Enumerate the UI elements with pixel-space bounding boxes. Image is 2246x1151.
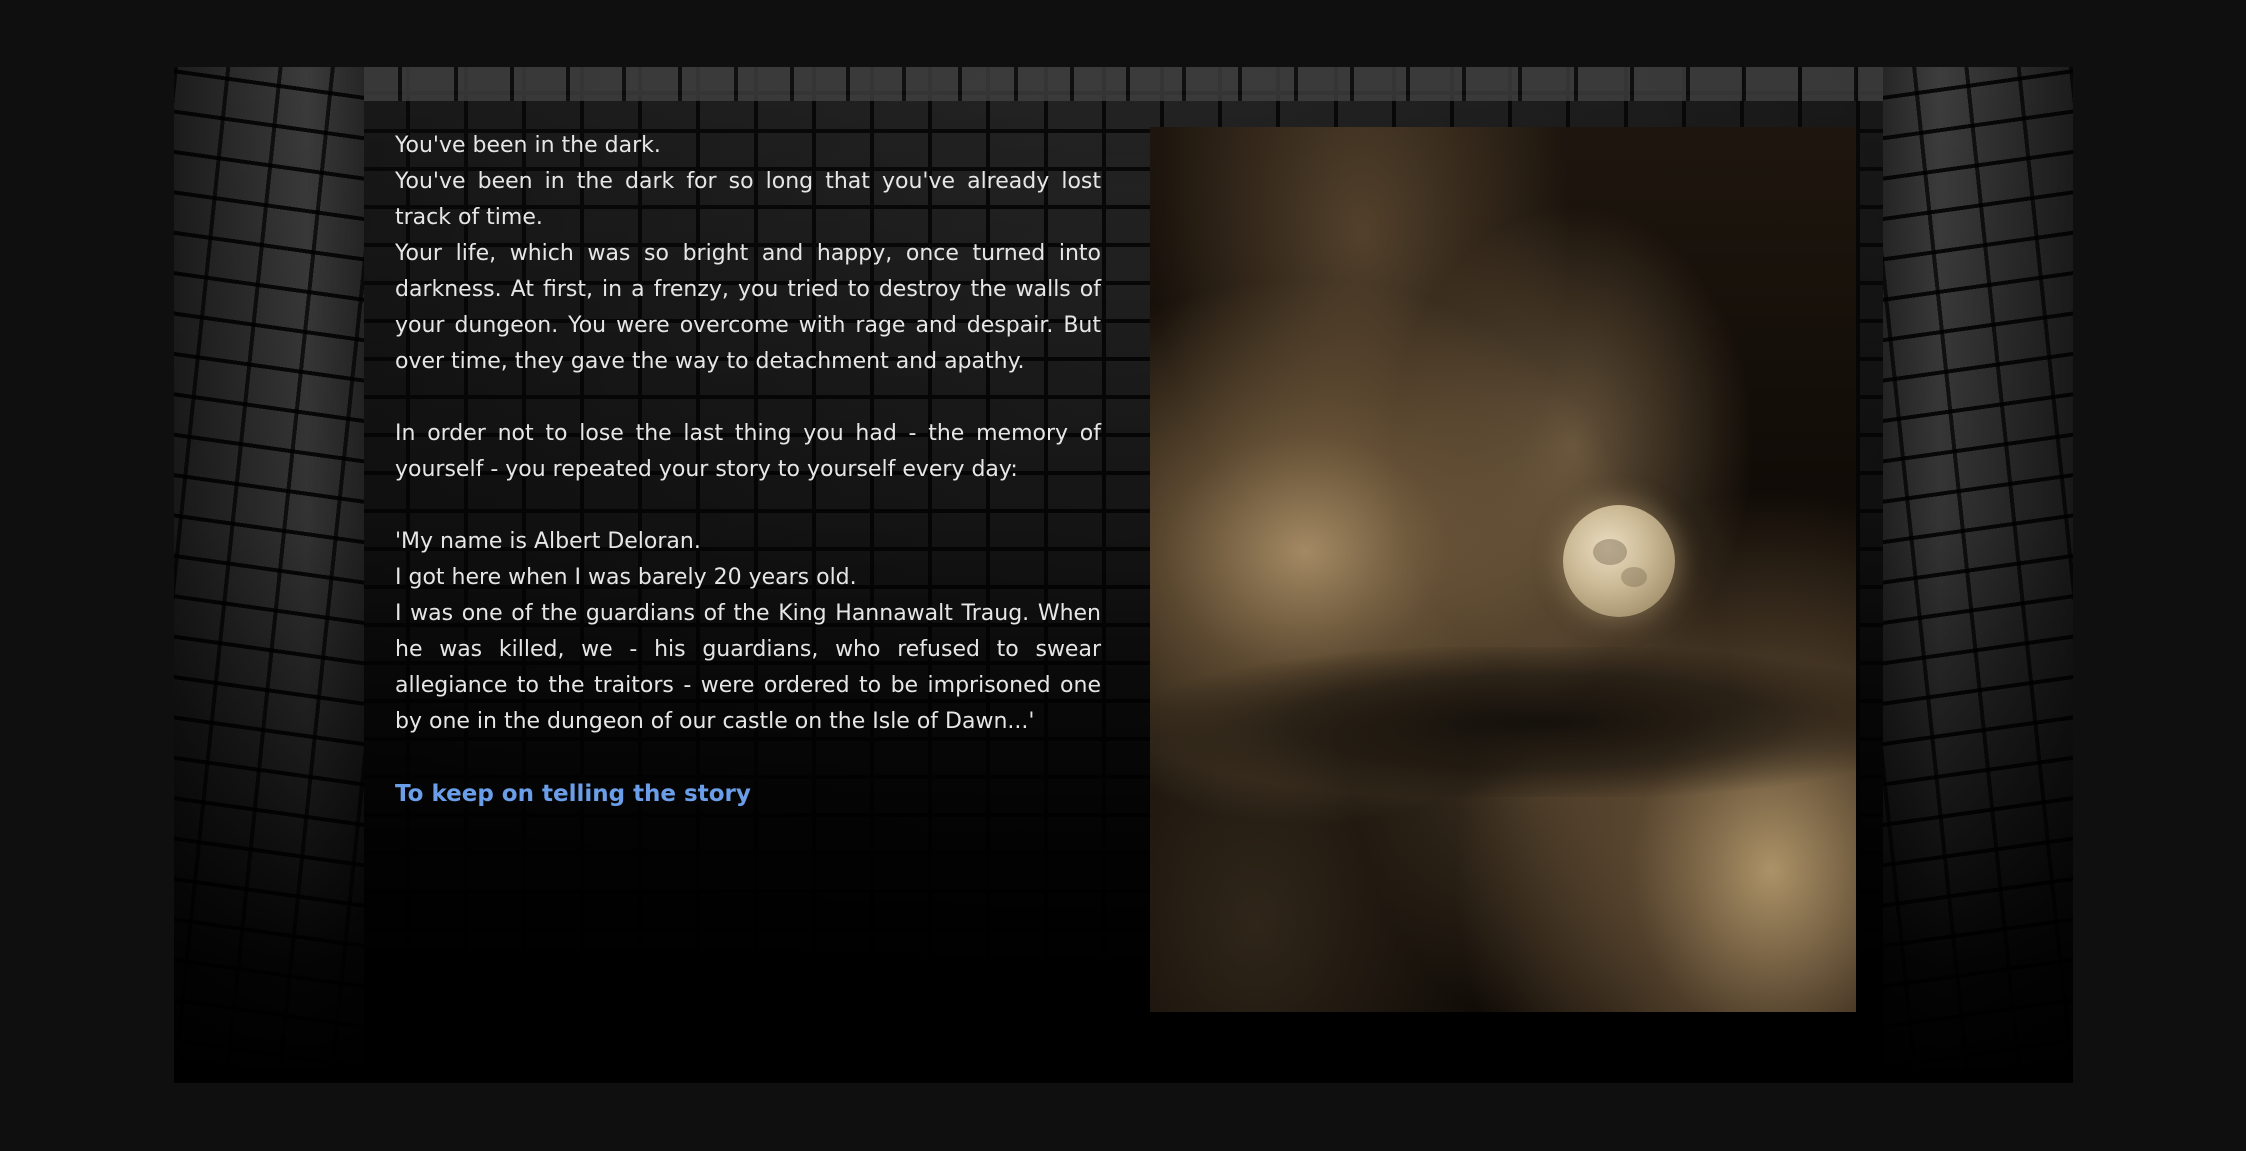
story-paragraph: You've been in the dark. (395, 133, 661, 158)
story-paragraph: You've been in the dark for so long that… (395, 169, 1101, 230)
dark-cloud-band (1150, 647, 1856, 797)
story-paragraph: Your life, which was so bright and happy… (395, 241, 1101, 374)
story-paragraph: I got here when I was barely 20 years ol… (395, 565, 857, 590)
story-text: You've been in the dark. You've been in … (395, 128, 1101, 813)
moon-icon (1563, 505, 1675, 617)
story-paragraph: 'My name is Albert Deloran. (395, 529, 701, 554)
moon-illustration (1150, 127, 1856, 1012)
story-paragraph: In order not to lose the last thing you … (395, 421, 1101, 482)
story-paragraph: I was one of the guardians of the King H… (395, 601, 1101, 734)
continue-story-link[interactable]: To keep on telling the story (395, 776, 751, 812)
